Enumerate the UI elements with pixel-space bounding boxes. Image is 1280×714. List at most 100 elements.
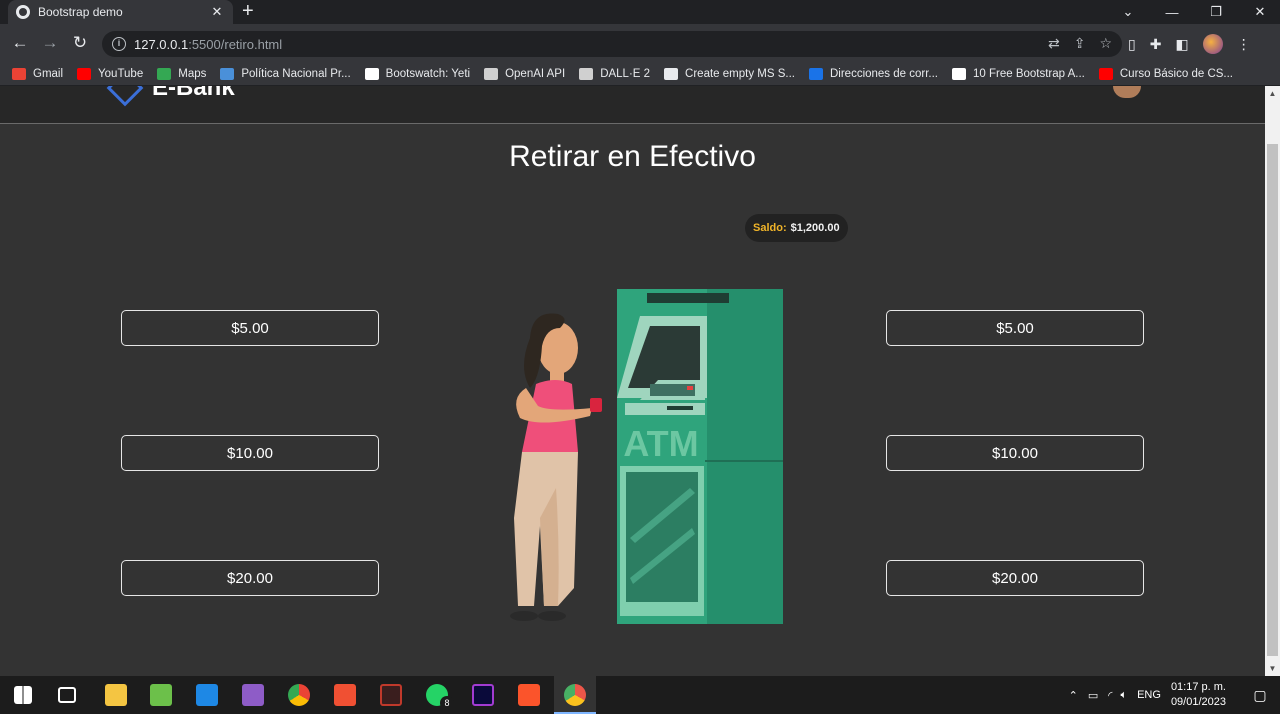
- active-app-highlight: [554, 676, 596, 714]
- chrome-icon[interactable]: [288, 684, 310, 706]
- profile-avatar[interactable]: [1202, 34, 1223, 54]
- bookmark-label: Política Nacional Pr...: [241, 67, 351, 80]
- show-hidden-icons-icon[interactable]: ⌃: [1069, 689, 1078, 702]
- minimize-button[interactable]: —: [1150, 5, 1194, 20]
- woman-shoe-right: [538, 611, 566, 621]
- tab-close-icon[interactable]: ✕: [209, 4, 225, 20]
- atm-seam: [705, 460, 783, 462]
- notifications-icon[interactable]: ▢: [1240, 687, 1280, 704]
- intellij-icon[interactable]: [472, 684, 494, 706]
- balance-label: Saldo:: [753, 222, 787, 234]
- bookmark-label: Create empty MS S...: [685, 67, 795, 80]
- withdraw-left-5-button[interactable]: $5.00: [121, 310, 379, 346]
- web-page: E-Bank Retirar en Efectivo Saldo: $1,200…: [0, 86, 1265, 676]
- volume-icon[interactable]: 🔈︎: [1120, 689, 1127, 702]
- atm-woman-image: ATM: [510, 289, 783, 624]
- omnibox-actions: ⇄ ⇪ ☆: [1048, 35, 1112, 52]
- bookmark-favicon-icon: [1098, 67, 1113, 80]
- new-tab-button[interactable]: +: [242, 0, 254, 24]
- bookmark-label: Curso Básico de CS...: [1119, 67, 1234, 80]
- bookmark-item[interactable]: Maps: [157, 67, 206, 80]
- user-avatar[interactable]: [1113, 86, 1141, 98]
- snipping-tool-icon[interactable]: [150, 684, 172, 706]
- bookmark-item[interactable]: 10 Free Bootstrap A...: [952, 67, 1085, 80]
- bookmark-favicon-icon: [220, 67, 235, 80]
- language-indicator[interactable]: ENG: [1137, 689, 1161, 701]
- bookmarks-bar: Gmail YouTube Maps Política Nacional Pr... B…: [0, 62, 1280, 86]
- git-icon[interactable]: [334, 684, 356, 706]
- bookmark-item[interactable]: OpenAI API: [484, 67, 566, 80]
- clock[interactable]: 01:17 p. m. 09/01/2023: [1171, 680, 1226, 710]
- translate-icon[interactable]: ⇄: [1048, 35, 1060, 52]
- clock-date: 09/01/2023: [1170, 696, 1226, 708]
- menu-icon[interactable]: ⋮: [1237, 36, 1251, 53]
- scroll-thumb[interactable]: [1267, 144, 1278, 656]
- withdraw-left-20-button[interactable]: $20.00: [121, 560, 379, 596]
- vscode-icon[interactable]: [196, 684, 218, 706]
- brand-logo-icon: [106, 86, 144, 107]
- brand[interactable]: E-Bank: [106, 86, 235, 107]
- woman-shoe-left: [510, 611, 538, 621]
- bookmark-item[interactable]: Política Nacional Pr...: [220, 67, 351, 80]
- withdraw-right-10-button[interactable]: $10.00: [886, 435, 1144, 471]
- back-arrow-icon[interactable]: ←: [10, 33, 30, 53]
- bookmark-label: YouTube: [98, 67, 144, 80]
- bookmark-item[interactable]: Gmail: [12, 67, 64, 80]
- bank-card: [590, 398, 602, 412]
- withdraw-right-20-button[interactable]: $20.00: [886, 560, 1144, 596]
- atm-illustration: ATM: [500, 288, 790, 628]
- withdraw-left-10-button[interactable]: $10.00: [121, 435, 379, 471]
- bookmark-label: 10 Free Bootstrap A...: [973, 67, 1085, 80]
- atm-key-red: [687, 386, 693, 390]
- url-text: 127.0.0.1:5500/retiro.html: [134, 36, 283, 52]
- clock-time: 01:17 p. m.: [1170, 681, 1226, 693]
- atm-side-panel: [705, 289, 783, 624]
- reload-icon[interactable]: ↻: [70, 33, 90, 53]
- withdraw-right-5-button[interactable]: $5.00: [886, 310, 1144, 346]
- bookmark-label: Gmail: [33, 67, 64, 80]
- scroll-up-icon[interactable]: ▲: [1265, 86, 1280, 101]
- address-bar[interactable]: i 127.0.0.1:5500/retiro.html ⇄ ⇪ ☆: [102, 31, 1122, 57]
- bookmark-favicon-icon: [12, 67, 26, 80]
- bookmark-favicon-icon: [664, 67, 679, 80]
- task-view-icon[interactable]: [58, 687, 76, 703]
- bookmark-favicon-icon: [157, 67, 172, 80]
- atm-card-slot: [667, 406, 693, 410]
- extensions-icon[interactable]: ✚: [1150, 36, 1162, 53]
- restore-button[interactable]: ❐: [1194, 4, 1238, 20]
- recorder-icon[interactable]: [380, 684, 402, 706]
- atm-sign: ATM: [623, 423, 698, 464]
- bookmark-favicon-icon: [77, 67, 92, 80]
- bookmark-item[interactable]: Curso Básico de CS...: [1098, 67, 1234, 80]
- system-tray: ⌃ ▭ ◜ 🔈︎ ENG 01:17 p. m. 09/01/2023 ▢: [1069, 676, 1280, 714]
- bookmark-label: OpenAI API: [505, 67, 566, 80]
- close-window-button[interactable]: ✕: [1238, 4, 1280, 20]
- site-info-icon[interactable]: i: [112, 37, 126, 51]
- battery-icon[interactable]: ▭: [1088, 689, 1098, 702]
- forward-arrow-icon[interactable]: →: [40, 33, 60, 53]
- side-panel-icon[interactable]: ◧: [1175, 36, 1188, 53]
- tab-search-icon[interactable]: ⌄: [1106, 4, 1150, 20]
- bookmark-item[interactable]: Bootswatch: Yeti: [364, 67, 470, 80]
- share-icon[interactable]: ⇪: [1074, 35, 1086, 52]
- bookmark-favicon-icon: [484, 67, 499, 80]
- page-scrollbar[interactable]: ▲ ▼: [1265, 86, 1280, 676]
- whatsapp-icon[interactable]: 8: [426, 684, 454, 710]
- bookmark-item[interactable]: Create empty MS S...: [664, 67, 795, 80]
- whatsapp-badge: 8: [440, 696, 454, 710]
- bookmark-item[interactable]: YouTube: [77, 67, 144, 80]
- brave-icon[interactable]: [518, 684, 540, 706]
- device-icon[interactable]: ▯: [1128, 36, 1136, 53]
- wifi-icon[interactable]: ◜: [1108, 689, 1112, 702]
- bookmark-favicon-icon: [579, 67, 594, 80]
- scroll-down-icon[interactable]: ▼: [1265, 661, 1280, 676]
- windows-start-icon[interactable]: [14, 686, 32, 704]
- bookmark-item[interactable]: Direcciones de corr...: [808, 67, 938, 80]
- visual-studio-icon[interactable]: [242, 684, 264, 706]
- bookmark-star-icon[interactable]: ☆: [1099, 35, 1112, 52]
- bookmark-favicon-icon: [808, 67, 823, 80]
- bookmark-item[interactable]: DALL·E 2: [579, 67, 650, 80]
- browser-tab[interactable]: Bootstrap demo ✕: [8, 0, 233, 24]
- balance-value: $1,200.00: [790, 222, 840, 234]
- file-explorer-icon[interactable]: [105, 684, 127, 706]
